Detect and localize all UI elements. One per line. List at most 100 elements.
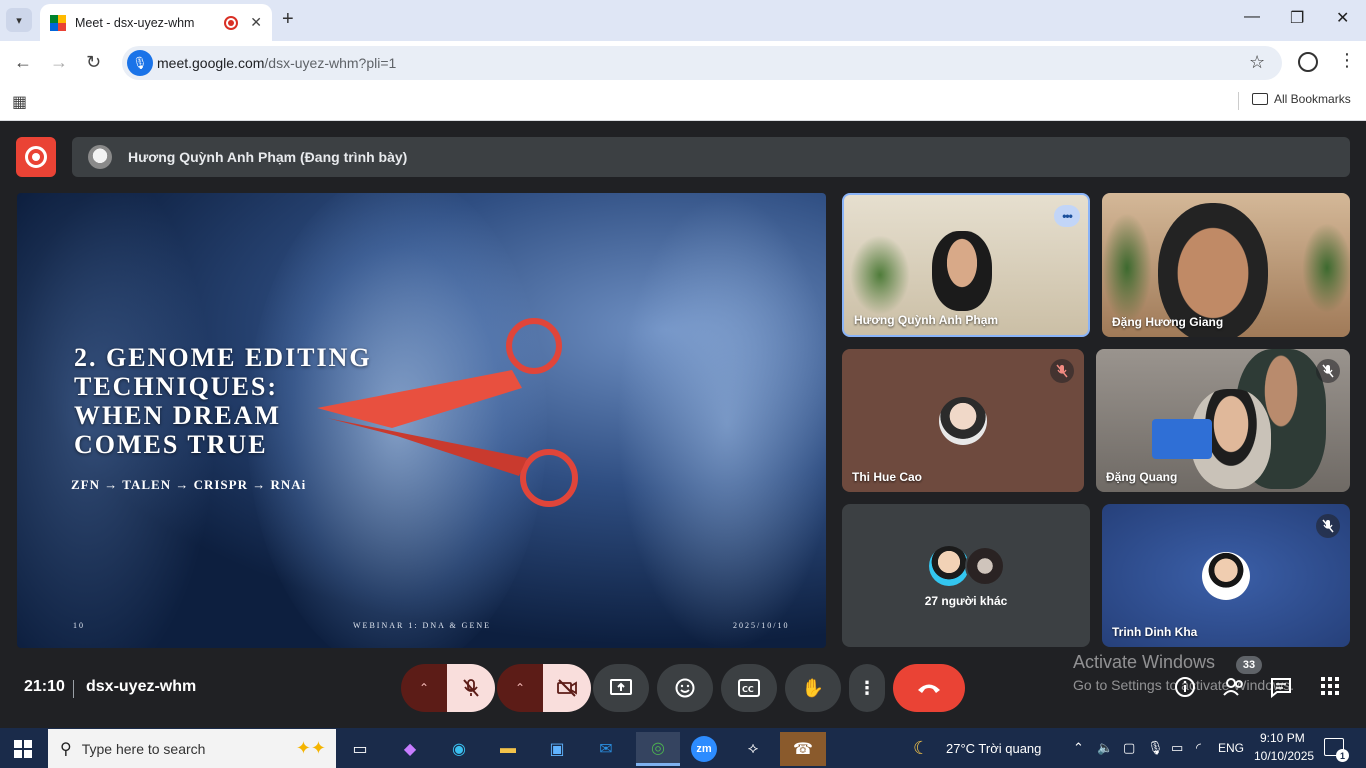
all-bookmarks-button[interactable]: All Bookmarks — [1252, 92, 1351, 106]
camera-off-button[interactable] — [543, 664, 591, 712]
raise-hand-button[interactable]: ✋ — [785, 664, 841, 712]
video-options-chevron-up-icon[interactable]: ⌃ — [497, 664, 543, 712]
activate-windows-title: Activate Windows — [1073, 652, 1216, 672]
browser-tab-meet[interactable]: Meet - dsx-uyez-whm ✕ — [40, 4, 272, 41]
search-highlight-icon: ✦✦ — [295, 738, 326, 758]
notification-count-badge: 1 — [1336, 749, 1349, 762]
participant-tile[interactable]: Trinh Dinh Kha — [1102, 504, 1350, 647]
participant-name: Đặng Quang — [1106, 470, 1178, 484]
presentation-slide[interactable]: 2. GENOME EDITING TECHNIQUES: WHEN DREAM… — [17, 193, 826, 648]
recording-indicator-button[interactable] — [16, 137, 56, 177]
muted-microphone-icon — [1316, 359, 1340, 383]
slide-title: 2. GENOME EDITING TECHNIQUES: WHEN DREAM… — [74, 343, 372, 459]
meeting-time: 21:10 — [24, 678, 65, 695]
tab-search-button[interactable]: ▾ — [6, 8, 32, 32]
maximize-window-button[interactable]: ❐ — [1290, 8, 1304, 28]
input-language[interactable]: ENG — [1218, 741, 1244, 755]
blue-chair-image — [1152, 419, 1212, 459]
copilot-icon[interactable]: ◆ — [392, 732, 428, 766]
present-screen-icon — [610, 679, 632, 695]
windows-logo-icon — [14, 740, 22, 748]
clock-date[interactable]: 10/10/2025 — [1254, 749, 1314, 763]
meeting-info-divider — [73, 680, 74, 698]
new-tab-button[interactable]: + — [282, 8, 294, 31]
others-count-label: 27 người khác — [924, 594, 1008, 608]
file-explorer-icon[interactable]: ▬ — [490, 732, 526, 766]
profile-icon[interactable] — [1298, 52, 1318, 72]
minimize-window-button[interactable]: — — [1244, 8, 1260, 26]
apps-grid-icon[interactable]: ▦ — [12, 92, 27, 112]
microphone-tray-icon[interactable]: 🎙 — [1147, 740, 1164, 756]
participant-overflow-tile[interactable]: 27 người khác — [842, 504, 1090, 647]
presenter-name: Hương Quỳnh Anh Phạm (Đang trình bày) — [128, 149, 408, 165]
url-text[interactable]: meet.google.com/dsx-uyez-whm?pli=1 — [157, 55, 396, 71]
plant-image — [1302, 223, 1350, 313]
url-path: /dsx-uyez-whm?pli=1 — [264, 55, 397, 71]
raise-hand-icon: ✋ — [801, 677, 825, 698]
presenter-avatar — [88, 145, 112, 169]
folder-icon — [1252, 93, 1268, 105]
muted-microphone-icon — [1316, 514, 1340, 538]
hang-up-icon — [918, 684, 940, 693]
search-icon: ⚲ — [60, 740, 72, 758]
reload-icon[interactable]: ↻ — [86, 52, 101, 73]
activities-button[interactable] — [1320, 676, 1340, 701]
meet-tray-icon[interactable]: ▢ — [1123, 740, 1135, 756]
tab-recording-icon — [224, 15, 239, 30]
wifi-icon[interactable]: ◜ — [1196, 740, 1201, 756]
grid-apps-icon — [1321, 677, 1339, 695]
reactions-button[interactable] — [657, 664, 713, 712]
taskbar-search-placeholder: Type here to search — [81, 740, 206, 757]
edge-browser-icon[interactable]: ◉ — [441, 732, 477, 766]
outlook-icon[interactable]: ✉ — [588, 732, 624, 766]
site-microphone-icon[interactable]: 🎙 — [127, 50, 153, 76]
zoom-app-button[interactable]: zm — [686, 732, 722, 766]
microphone-off-button[interactable] — [447, 664, 495, 712]
battery-icon[interactable]: ▭ — [1171, 740, 1183, 756]
windows-logo-part — [24, 750, 32, 758]
people-button[interactable] — [1222, 676, 1246, 703]
zalo-app-icon[interactable]: ☎ — [780, 732, 826, 766]
plant-image — [850, 235, 910, 315]
participant-tile[interactable]: Đặng Hương Giang — [1102, 193, 1350, 337]
clock-time[interactable]: 9:10 PM — [1260, 731, 1305, 745]
emoji-icon — [675, 678, 695, 698]
slide-subtitle: ZFN → TALEN → CRISPR → RNAi — [71, 477, 307, 492]
chrome-icon[interactable]: ◎ — [636, 732, 680, 766]
bookmark-star-icon[interactable]: ☆ — [1249, 52, 1265, 73]
speaker-icon[interactable]: 🔈 — [1097, 740, 1113, 756]
google-meet-favicon-icon — [50, 14, 66, 31]
chat-button[interactable] — [1270, 676, 1292, 703]
more-options-button[interactable]: ⋮ — [849, 664, 885, 712]
participant-avatar — [1202, 552, 1250, 600]
meeting-details-button[interactable] — [1174, 676, 1196, 703]
windows-start-button[interactable] — [14, 740, 32, 758]
microsoft-store-icon[interactable]: ▣ — [539, 732, 575, 766]
all-bookmarks-label: All Bookmarks — [1274, 92, 1351, 106]
participant-avatar — [965, 546, 1005, 586]
show-hidden-icons-chevron-up-icon[interactable]: ⌃ — [1073, 740, 1084, 756]
captions-icon: CC — [738, 679, 760, 697]
network-share-icon[interactable]: ⟡ — [735, 732, 771, 766]
captions-button[interactable]: CC — [721, 664, 777, 712]
participant-tile[interactable]: ••• Hương Quỳnh Anh Phạm — [842, 193, 1090, 337]
participant-avatar — [929, 546, 969, 586]
participant-tile[interactable]: Đặng Quang — [1096, 349, 1350, 492]
weather-text[interactable]: 27°C Trời quang — [946, 741, 1041, 756]
presenter-bar[interactable]: Hương Quỳnh Anh Phạm (Đang trình bày) — [72, 137, 1350, 177]
back-arrow-icon[interactable]: ← — [14, 52, 32, 73]
slide-date: 2025/10/10 — [733, 621, 790, 630]
present-screen-button[interactable] — [593, 664, 649, 712]
taskbar-search-box[interactable]: ⚲ Type here to search ✦✦ — [48, 729, 336, 768]
leave-call-button[interactable] — [893, 664, 965, 712]
tab-close-icon[interactable]: ✕ — [250, 14, 262, 31]
participant-tile[interactable]: Thi Hue Cao — [842, 349, 1084, 492]
task-view-icon[interactable]: ▭ — [342, 732, 378, 766]
more-options-button[interactable]: ••• — [1054, 205, 1080, 227]
audio-options-chevron-up-icon[interactable]: ⌃ — [401, 664, 447, 712]
forward-arrow-icon[interactable]: → — [50, 52, 68, 73]
more-vertical-icon: ⋮ — [858, 677, 876, 698]
browser-menu-icon[interactable]: ⋮ — [1338, 50, 1356, 71]
close-window-button[interactable]: ✕ — [1336, 8, 1349, 28]
camera-off-icon — [557, 679, 577, 697]
